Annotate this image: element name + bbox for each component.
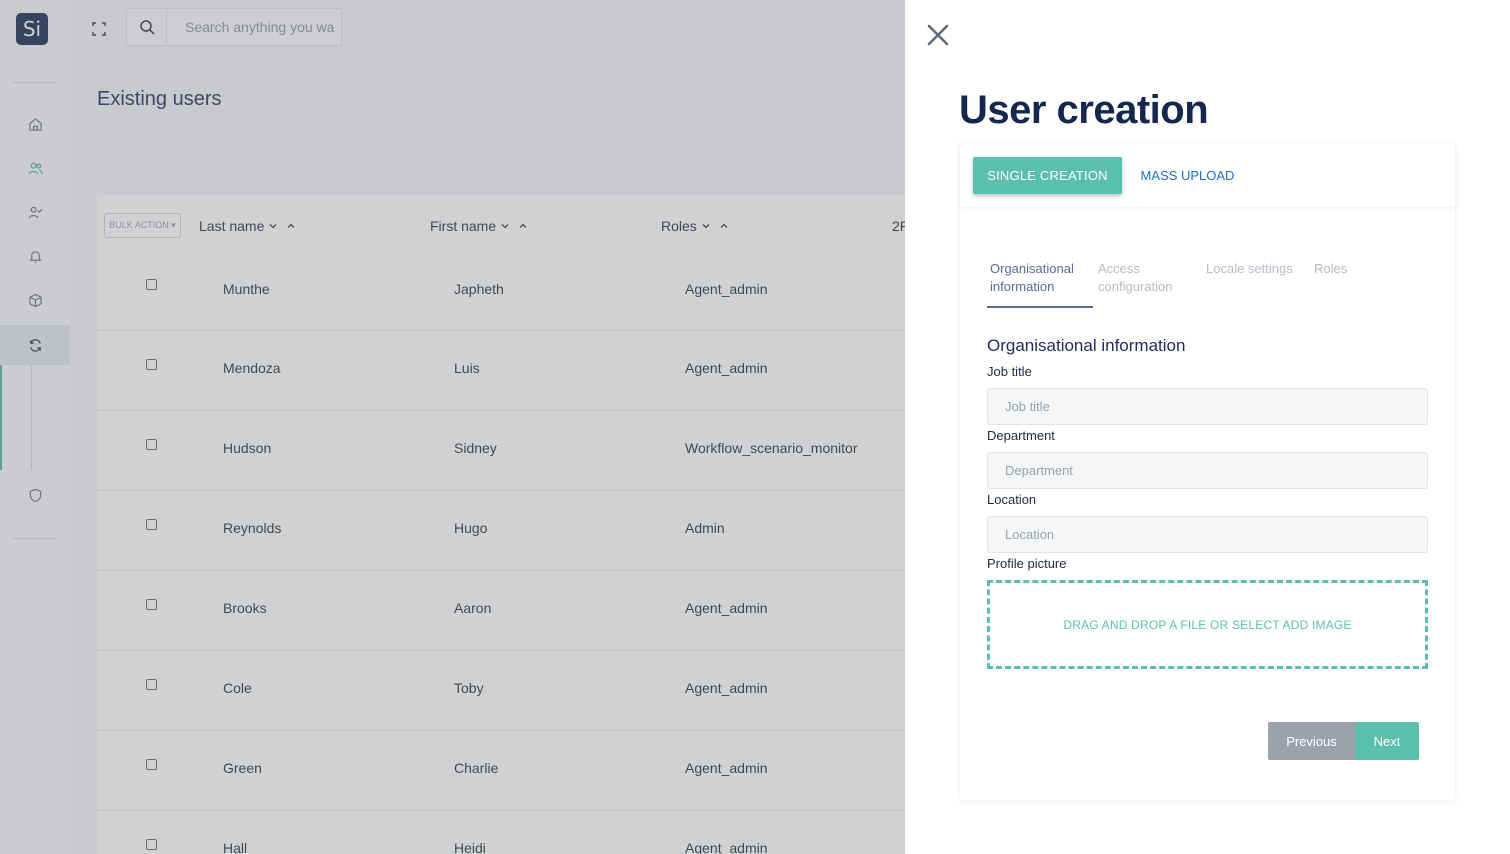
step-label: Access xyxy=(1098,261,1140,276)
panel-title: User creation xyxy=(959,88,1209,132)
dropzone-text: DRAG AND DROP A FILE OR SELECT ADD IMAGE xyxy=(1063,617,1352,632)
close-icon[interactable] xyxy=(925,22,951,48)
location-label: Location xyxy=(987,492,1037,507)
step-label: Locale settings xyxy=(1206,261,1293,276)
step-label: Roles xyxy=(1314,261,1348,276)
step-label: configuration xyxy=(1098,279,1173,294)
job-title-label: Job title xyxy=(987,364,1032,379)
tab-mass-upload[interactable]: MASS UPLOAD xyxy=(1135,157,1240,194)
previous-button[interactable]: Previous xyxy=(1268,722,1355,760)
step-locale-settings[interactable]: Locale settings xyxy=(1206,260,1293,278)
job-title-field[interactable] xyxy=(987,388,1428,425)
section-title: Organisational information xyxy=(987,336,1186,355)
location-field[interactable] xyxy=(987,516,1428,553)
profile-picture-dropzone[interactable]: DRAG AND DROP A FILE OR SELECT ADD IMAGE xyxy=(987,580,1428,669)
step-access-configuration[interactable]: Access configuration xyxy=(1098,260,1172,296)
department-label: Department xyxy=(987,428,1055,443)
next-button[interactable]: Next xyxy=(1355,722,1419,760)
department-field[interactable] xyxy=(987,452,1428,489)
step-label: Organisational xyxy=(990,261,1074,276)
modal-backdrop[interactable] xyxy=(0,0,905,854)
tab-single-creation[interactable]: SINGLE CREATION xyxy=(973,157,1122,194)
step-organisational-information[interactable]: Organisational information xyxy=(990,260,1074,296)
step-roles[interactable]: Roles xyxy=(1314,260,1347,278)
step-label: information xyxy=(990,279,1055,294)
profile-picture-label: Profile picture xyxy=(987,556,1067,571)
active-step-indicator xyxy=(987,306,1093,308)
